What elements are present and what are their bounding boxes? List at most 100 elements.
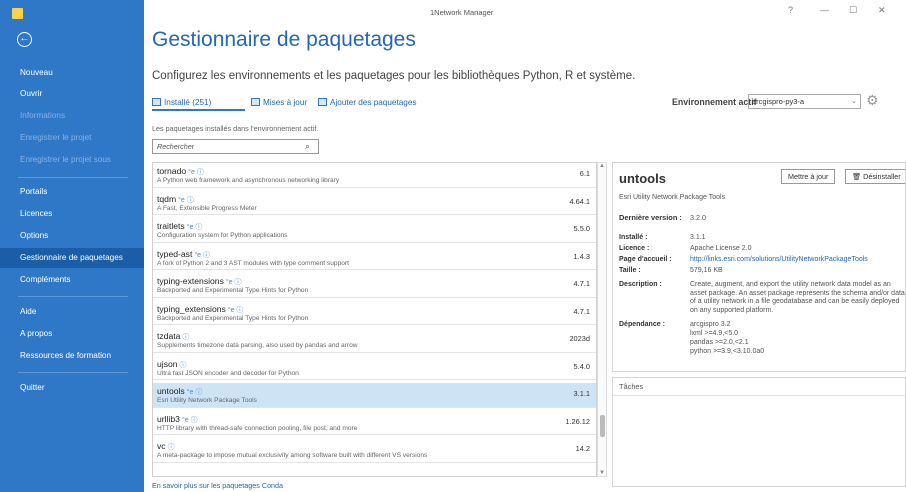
package-row[interactable]: typed-ast °e ⓘ A fork of Python 2 and 3 AS… — [153, 246, 596, 270]
package-name: vc ⓘ — [157, 441, 175, 452]
tab-mises-a-jour[interactable]: Mises à jour — [251, 98, 307, 107]
maximize-icon[interactable]: ☐ — [849, 5, 857, 16]
package-name-text: typing_extensions — [157, 303, 226, 314]
package-version: 1.4.3 — [573, 251, 590, 261]
scroll-up-icon[interactable]: ▲ — [599, 163, 605, 169]
info-icon[interactable]: °e ⓘ — [188, 169, 204, 176]
info-icon[interactable]: ⓘ — [180, 362, 187, 369]
package-row[interactable]: tqdm °e ⓘ A Fast, Extensible Progress Mete… — [153, 191, 596, 215]
info-icon[interactable]: °e ⓘ — [194, 252, 210, 259]
package-row[interactable]: tzdata ⓘ Supplements timezone data parsing… — [153, 328, 596, 353]
package-description: A Python web framework and asynchronous … — [157, 177, 340, 184]
sidebar-item-portails[interactable]: Portails — [0, 182, 144, 202]
package-row[interactable]: untools °e ⓘ Esri Utility Network Package … — [153, 383, 596, 408]
search-input[interactable]: Rechercher ⌕ — [152, 139, 319, 154]
info-icon[interactable]: °e ⓘ — [228, 307, 244, 314]
package-row[interactable]: tornado °e ⓘ A Python web framework and as… — [153, 163, 596, 188]
license-value: Apache License 2.0 — [690, 245, 752, 252]
package-description: A Fast, Extensible Progress Meter — [157, 204, 257, 212]
active-tab-indicator — [152, 109, 245, 111]
sidebar-item-ouvrir[interactable]: Ouvrir — [0, 84, 144, 104]
sidebar-item-licences[interactable]: Licences — [0, 204, 144, 224]
package-version: 4.64.1 — [569, 196, 590, 206]
package-row[interactable]: vc ⓘ A meta-package to impose mutual exclu… — [153, 438, 596, 463]
uninstall-button[interactable]: 🗑 Désinstaller — [845, 169, 905, 184]
package-version: 4.7.1 — [573, 306, 590, 316]
environment-value: arcgispro-py3-a — [752, 97, 805, 106]
close-icon[interactable]: ✕ — [878, 5, 886, 16]
package-description: Backported and Experimental Type Hints f… — [157, 287, 309, 294]
package-name: typing_extensions °e ⓘ — [157, 304, 243, 315]
tab-installe[interactable]: Installé (251) — [152, 98, 211, 107]
app-logo-icon — [12, 8, 23, 19]
latest-version-value: 3.2.0 — [690, 213, 706, 222]
updates-icon — [251, 98, 260, 106]
back-arrow-icon[interactable]: ← — [17, 32, 32, 47]
info-icon[interactable]: °e ⓘ — [187, 389, 203, 396]
sidebar-item-complements[interactable]: Compléments — [0, 270, 144, 290]
sidebar-item-nouveau[interactable]: Nouveau — [0, 63, 144, 83]
package-row[interactable]: urllib3 °e ⓘ HTTP library with thread-safe… — [153, 411, 596, 435]
info-icon[interactable]: °e ⓘ — [178, 197, 194, 204]
package-row[interactable]: traitlets °e ⓘ Configuration system for Py… — [153, 218, 596, 243]
package-version: 5.5.0 — [573, 224, 590, 233]
package-name: traitlets °e ⓘ — [157, 221, 202, 232]
package-version: 6.1 — [579, 169, 590, 178]
info-icon[interactable]: °e ⓘ — [226, 279, 242, 286]
info-icon[interactable]: °e ⓘ — [182, 417, 198, 424]
homepage-link[interactable]: http://links.esri.com/solutions/UtilityN… — [690, 256, 868, 263]
tab-label: Mises à jour — [263, 98, 308, 107]
package-description: Supplements timezone data parsing, also … — [157, 342, 358, 349]
package-details: untools Mettre à jour 🗑 Désinstaller Esr… — [612, 162, 906, 372]
license-label: Licence : — [619, 245, 650, 252]
page-title: Gestionnaire de paquetages — [152, 28, 416, 51]
package-row[interactable]: ujson ⓘ Ultra fast JSON encoder and decode… — [153, 356, 596, 380]
tasks-panel: Tâches — [612, 377, 906, 487]
sidebar-item-quitter[interactable]: Quitter — [0, 378, 144, 398]
package-name: tqdm °e ⓘ — [157, 194, 194, 205]
minimize-icon[interactable]: — — [820, 5, 829, 15]
tab-label: Ajouter des paquetages — [330, 98, 417, 107]
dependency-item: arcgispro 3.2 — [690, 321, 731, 328]
sidebar-item-ressources-formation[interactable]: Ressources de formation — [0, 346, 144, 366]
package-name-text: typed-ast — [157, 248, 193, 259]
sidebar-item-gestionnaire-paquetages[interactable]: Gestionnaire de paquetages — [0, 248, 144, 268]
info-icon[interactable]: ⓘ — [182, 334, 189, 341]
gear-icon[interactable]: ⚙ — [866, 93, 881, 108]
tab-label: Installé (251) — [164, 98, 212, 107]
dependency-item: lxml >=4.9,<5.0 — [690, 330, 739, 337]
description-label: Description : — [619, 281, 662, 288]
package-name: tzdata ⓘ — [157, 331, 189, 342]
sidebar-divider — [18, 296, 128, 297]
tab-ajouter-paquetages[interactable]: Ajouter des paquetages — [318, 98, 417, 107]
search-placeholder: Rechercher — [157, 142, 195, 151]
conda-info-link[interactable]: En savoir plus sur les paquetages Conda — [152, 481, 283, 490]
update-button[interactable]: Mettre à jour — [781, 169, 836, 184]
package-list[interactable]: tornado °e ⓘ A Python web framework and as… — [152, 162, 597, 477]
homepage-label: Page d'accueil : — [619, 256, 672, 263]
info-icon[interactable]: ⓘ — [168, 444, 175, 451]
package-name: tornado °e ⓘ — [157, 166, 204, 177]
add-package-icon — [318, 98, 327, 106]
environment-select[interactable]: arcgispro-py3-a ⌄ — [748, 94, 861, 109]
details-title: untools — [619, 171, 666, 186]
dependency-label: Dépendance : — [619, 321, 665, 328]
package-row[interactable]: typing-extensions °e ⓘ Backported and Expe… — [153, 273, 596, 298]
sidebar-item-a-propos[interactable]: A propos — [0, 324, 144, 344]
package-description: Ultra fast JSON encoder and decoder for … — [157, 369, 299, 377]
package-row[interactable]: typing_extensions °e ⓘ Backported and Expe… — [153, 301, 596, 325]
info-icon[interactable]: °e ⓘ — [187, 224, 203, 231]
sidebar-item-options[interactable]: Options — [0, 226, 144, 246]
sidebar-item-enregistrer-projet: Enregistrer le projet — [20, 133, 92, 142]
details-subtitle: Esri Utility Network Package Tools — [619, 194, 726, 201]
help-icon[interactable]: ? — [788, 5, 793, 15]
tasks-divider — [613, 395, 906, 396]
package-version: 2023d — [569, 334, 590, 343]
package-name-text: tzdata — [157, 331, 181, 341]
description-value: Create, augment, and export the utility … — [690, 281, 905, 314]
installed-note: Les paquetages installés dans l'environn… — [152, 124, 319, 133]
scroll-down-icon[interactable]: ▼ — [599, 470, 605, 476]
sidebar-item-aide[interactable]: Aide — [0, 302, 144, 322]
scroll-thumb[interactable] — [600, 415, 605, 437]
package-list-scrollbar[interactable]: ▲ ▼ — [597, 162, 607, 477]
